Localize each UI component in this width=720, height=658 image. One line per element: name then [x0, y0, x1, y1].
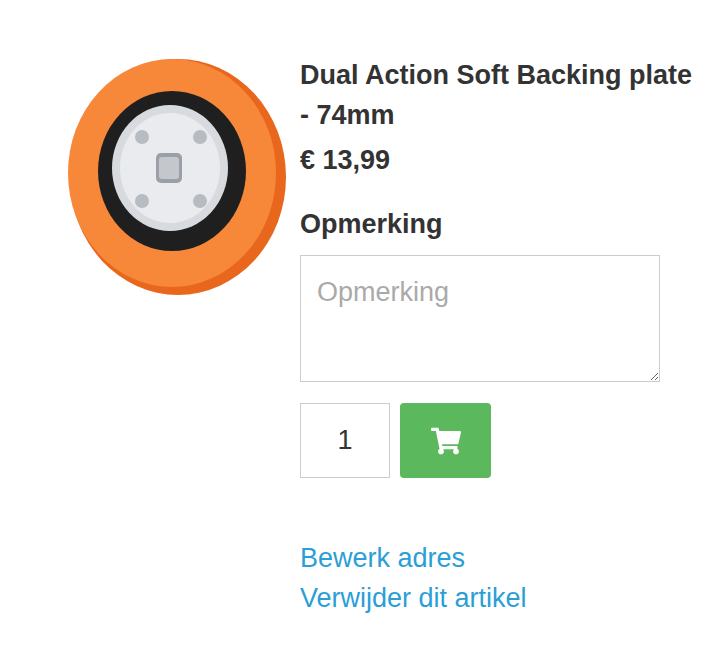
- details-column: Dual Action Soft Backing plate - 74mm € 1…: [300, 55, 700, 658]
- action-link[interactable]: Bewerk adres: [300, 538, 700, 578]
- product-price: € 13,99: [300, 142, 700, 178]
- links: Bewerk adresVerwijder dit artikel: [300, 538, 700, 618]
- product-title: Dual Action Soft Backing plate - 74mm: [300, 55, 700, 135]
- image-column: [0, 55, 300, 658]
- cart-item: Dual Action Soft Backing plate - 74mm € 1…: [0, 0, 720, 658]
- add-row: [300, 403, 700, 478]
- add-to-cart-button[interactable]: [400, 403, 491, 478]
- action-link[interactable]: Verwijder dit artikel: [300, 578, 700, 618]
- cart-icon: [431, 426, 461, 456]
- quantity-input[interactable]: [300, 403, 390, 478]
- remark-label: Opmerking: [300, 206, 700, 242]
- remark-input[interactable]: [300, 255, 660, 382]
- product-image: [60, 55, 290, 300]
